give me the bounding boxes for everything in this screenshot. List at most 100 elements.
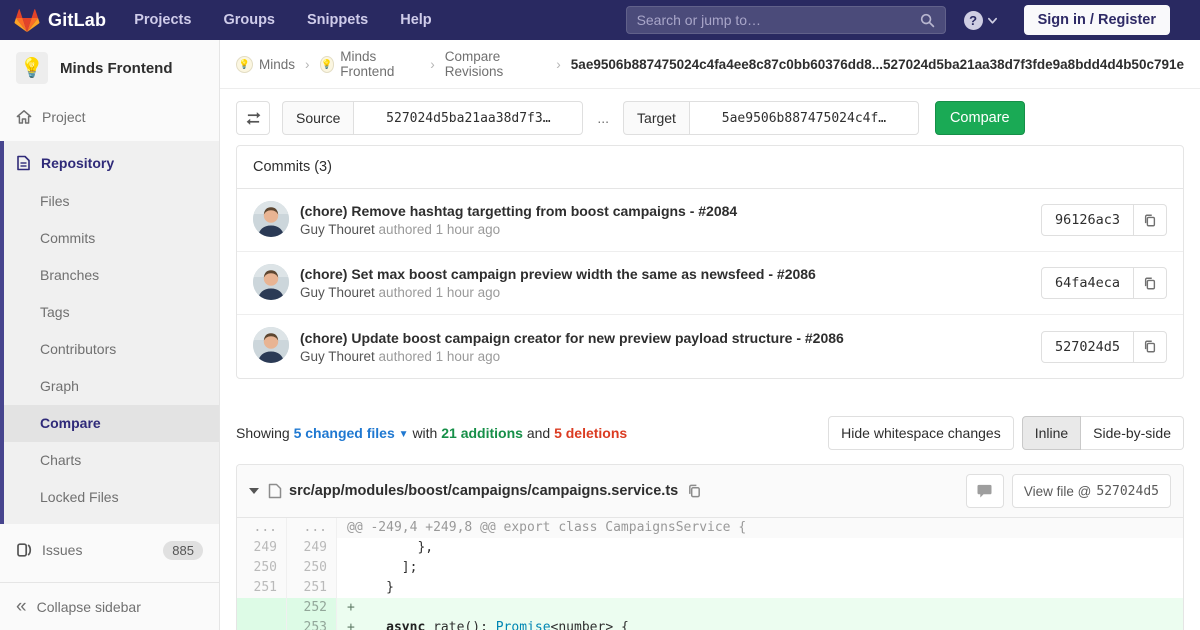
copy-icon [1143, 213, 1157, 228]
commit-sha-link[interactable]: 527024d5 [1041, 331, 1134, 363]
commit-title-link[interactable]: (chore) Remove hashtag targetting from b… [300, 203, 737, 219]
main-content: 💡Minds › 💡Minds Frontend › Compare Revisions… [220, 0, 1200, 630]
commit-row: (chore) Set max boost campaign preview w… [237, 252, 1183, 315]
diff-view-actions: Hide whitespace changes Inline Side-by-s… [828, 416, 1184, 450]
commit-meta: Guy Thouret authored 1 hour ago [300, 285, 816, 300]
document-icon [16, 155, 31, 171]
diff-new-line-number[interactable]: 250 [287, 558, 337, 578]
commits-panel: Commits (3) (chore) Remove hashtag targe… [236, 145, 1184, 379]
commit-info: (chore) Set max boost campaign preview w… [300, 266, 816, 300]
toggle-comments-button[interactable] [966, 474, 1004, 508]
breadcrumb-avatar: 💡 [236, 56, 253, 73]
commit-author-link[interactable]: Guy Thouret [300, 222, 375, 237]
commit-sha-group: 96126ac3 [1041, 204, 1167, 236]
diff-old-line-number[interactable] [237, 618, 287, 630]
gitlab-logo[interactable]: GitLab [14, 8, 106, 33]
view-file-button[interactable]: View file @ 527024d5 [1012, 474, 1171, 508]
navbar-item-groups[interactable]: Groups [207, 0, 291, 40]
sidebar-item-compare[interactable]: Compare [4, 405, 219, 442]
sidebar-item-branches[interactable]: Branches [4, 257, 219, 294]
navbar-item-snippets[interactable]: Snippets [291, 0, 384, 40]
sidebar-item-repository[interactable]: Repository [4, 143, 219, 183]
commit-author-link[interactable]: Guy Thouret [300, 285, 375, 300]
code-segment: Promise [496, 620, 551, 630]
navbar-item-projects[interactable]: Projects [118, 0, 207, 40]
diff-file-path[interactable]: src/app/modules/boost/campaigns/campaign… [289, 483, 678, 499]
search-box[interactable] [626, 6, 946, 34]
target-label: Target [623, 101, 689, 135]
sidebar-item-files[interactable]: Files [4, 183, 219, 220]
sidebar-item-project[interactable]: Project [0, 98, 219, 135]
changed-files-dropdown[interactable]: 5 changed files ▼ [294, 425, 409, 441]
code-segment: @@ -249,4 +249,8 @@ export class Campaig… [347, 520, 746, 535]
copy-sha-button[interactable] [1134, 331, 1167, 363]
commit-author-avatar[interactable] [253, 264, 289, 303]
sidebar-item-contributors[interactable]: Contributors [4, 331, 219, 368]
commit-sha-link[interactable]: 96126ac3 [1041, 204, 1134, 236]
commit-author-link[interactable]: Guy Thouret [300, 349, 375, 364]
sidebar-item-tags[interactable]: Tags [4, 294, 219, 331]
breadcrumb-item-minds[interactable]: 💡Minds [236, 56, 295, 73]
diff-new-line-number[interactable]: 252 [287, 598, 337, 618]
copy-sha-button[interactable] [1134, 204, 1167, 236]
sidebar-item-graph[interactable]: Graph [4, 368, 219, 405]
deletions-count: 5 deletions [554, 425, 627, 441]
repository-section: Repository FilesCommitsBranchesTagsContr… [0, 141, 219, 524]
commit-sha-group: 64fa4eca [1041, 267, 1167, 299]
hide-whitespace-button[interactable]: Hide whitespace changes [828, 416, 1014, 450]
copy-icon [1143, 276, 1157, 291]
source-revision-input[interactable]: 527024d5ba21aa38d7f3… [353, 101, 583, 135]
range-ellipsis: ... [597, 110, 609, 126]
search-input[interactable] [637, 12, 920, 28]
collapse-sidebar-button[interactable]: « Collapse sidebar [0, 582, 219, 630]
commit-author-avatar[interactable] [253, 327, 289, 366]
additions-count: 21 additions [441, 425, 523, 441]
breadcrumb-item-minds-frontend[interactable]: 💡Minds Frontend [320, 49, 421, 79]
commit-sha-link[interactable]: 64fa4eca [1041, 267, 1134, 299]
diff-code-line: } [337, 578, 1183, 598]
help-menu[interactable]: ? [964, 11, 998, 30]
project-context-link[interactable]: 💡 Minds Frontend [0, 40, 219, 98]
navbar-item-help[interactable]: Help [384, 0, 447, 40]
diff-line-sign [347, 540, 355, 555]
diff-line-sign: + [347, 620, 355, 630]
commit-author-avatar[interactable] [253, 201, 289, 240]
project-title: Minds Frontend [60, 60, 173, 77]
diff-summary-row: Showing 5 changed files ▼ with 21 additi… [236, 416, 1184, 450]
breadcrumb-separator: › [430, 57, 435, 72]
sidebar-item-charts[interactable]: Charts [4, 442, 219, 479]
copy-sha-button[interactable] [1134, 267, 1167, 299]
commit-title-link[interactable]: (chore) Update boost campaign creator fo… [300, 330, 844, 346]
top-navbar: GitLab ProjectsGroupsSnippetsHelp ? Sign… [0, 0, 1200, 40]
breadcrumb-item-compare-revisions[interactable]: Compare Revisions [445, 49, 547, 79]
sidebar-item-locked-files[interactable]: Locked Files [4, 479, 219, 516]
diff-new-line-number[interactable]: 249 [287, 538, 337, 558]
diff-code-line: ]; [337, 558, 1183, 578]
commit-list: (chore) Remove hashtag targetting from b… [237, 189, 1183, 378]
collapse-diff-caret-icon[interactable] [249, 488, 259, 494]
view-file-sha: 527024d5 [1096, 484, 1159, 499]
inline-view-button[interactable]: Inline [1022, 416, 1081, 450]
swap-revisions-button[interactable] [236, 101, 270, 135]
commit-authored-time: authored 1 hour ago [375, 222, 500, 237]
diff-new-line-number[interactable]: 251 [287, 578, 337, 598]
code-segment [355, 620, 386, 630]
side-by-side-view-button[interactable]: Side-by-side [1081, 416, 1184, 450]
compare-button[interactable]: Compare [935, 101, 1025, 135]
diff-old-line-number[interactable]: 251 [237, 578, 287, 598]
diff-old-line-number[interactable] [237, 598, 287, 618]
target-revision-input[interactable]: 5ae9506b887475024c4f… [689, 101, 919, 135]
diff-old-line-number[interactable]: 250 [237, 558, 287, 578]
sidebar-item-commits[interactable]: Commits [4, 220, 219, 257]
diff-new-line-number[interactable]: 253 [287, 618, 337, 630]
code-segment: rate(): [425, 620, 495, 630]
diff-code-line: + async rate(): Promise<number> { [337, 618, 1183, 630]
diff-line-context: 250250 ]; [237, 558, 1183, 578]
diff-old-line-number[interactable]: 249 [237, 538, 287, 558]
commit-title-link[interactable]: (chore) Set max boost campaign preview w… [300, 266, 816, 282]
sidebar-item-issues[interactable]: Issues 885 [0, 529, 219, 571]
copy-path-icon[interactable] [687, 483, 702, 499]
sign-in-register-button[interactable]: Sign in / Register [1024, 5, 1170, 35]
breadcrumb-separator: › [305, 57, 310, 72]
breadcrumb: 💡Minds › 💡Minds Frontend › Compare Revisions… [220, 40, 1200, 89]
